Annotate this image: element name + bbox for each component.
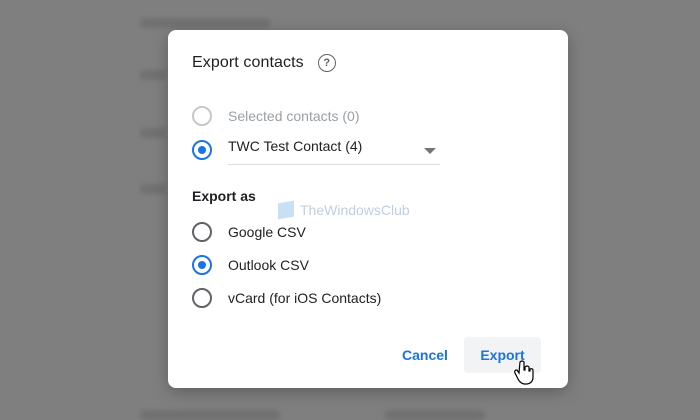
cancel-button[interactable]: Cancel [386, 337, 464, 373]
radio-label: Selected contacts (0) [228, 108, 360, 124]
bg-blur-line [140, 128, 166, 138]
dialog-title: Export contacts [192, 54, 304, 71]
radio-label: Google CSV [228, 224, 306, 240]
radio-button[interactable] [192, 140, 212, 160]
radio-vcard[interactable]: vCard (for iOS Contacts) [192, 288, 381, 308]
bg-blur-line [140, 410, 280, 420]
select-value: TWC Test Contact (4) [228, 138, 363, 154]
radio-selected-contacts[interactable]: Selected contacts (0) [192, 106, 360, 126]
radio-button[interactable] [192, 222, 212, 242]
radio-button[interactable] [192, 255, 212, 275]
export-contacts-dialog: Export contacts ? Selected contacts (0) … [168, 30, 568, 388]
radio-label: Outlook CSV [228, 257, 309, 273]
help-circle-icon[interactable]: ? [317, 54, 336, 72]
watermark-text: TheWindowsClub [300, 202, 410, 218]
export-as-heading: Export as [192, 188, 256, 204]
contact-label-select[interactable]: TWC Test Contact (4) [228, 134, 440, 165]
dialog-header: Export contacts ? [192, 54, 336, 72]
radio-contact-label[interactable] [192, 140, 212, 160]
bg-blur-line [140, 18, 270, 28]
watermark: TheWindowsClub [278, 200, 410, 220]
hand-cursor-icon [514, 360, 534, 385]
radio-button[interactable] [192, 106, 212, 126]
bg-blur-line [140, 184, 166, 194]
watermark-logo-icon [278, 200, 294, 220]
bg-blur-line [385, 410, 485, 420]
bg-blur-line [140, 70, 166, 80]
dropdown-arrow-icon[interactable] [424, 148, 436, 154]
radio-google-csv[interactable]: Google CSV [192, 222, 306, 242]
radio-label: vCard (for iOS Contacts) [228, 290, 382, 306]
radio-button[interactable] [192, 288, 212, 308]
radio-outlook-csv[interactable]: Outlook CSV [192, 255, 309, 275]
